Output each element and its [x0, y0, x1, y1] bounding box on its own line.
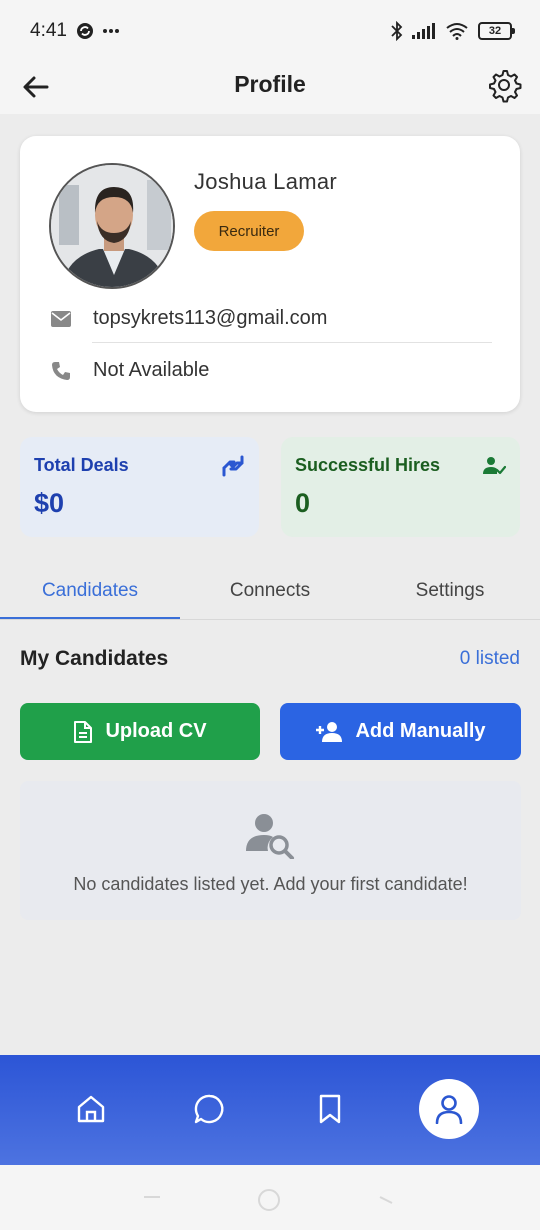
system-nav-bar: [0, 1165, 540, 1230]
profile-card: Joshua Lamar Recruiter topsykrets113@gma…: [20, 136, 520, 412]
home-icon[interactable]: [75, 1093, 107, 1125]
document-icon: [74, 720, 93, 743]
user-search-icon: [246, 814, 294, 859]
profile-icon: [435, 1095, 463, 1124]
phone-row: Not Available: [50, 359, 209, 382]
successful-hires-label: Successful Hires: [295, 455, 441, 475]
section-title: My Candidates: [20, 647, 169, 670]
add-user-icon: [316, 721, 343, 742]
successful-hires-card: Successful Hires 0: [281, 437, 520, 537]
tab-candidates[interactable]: Candidates: [0, 563, 180, 619]
phone-text: Not Available: [93, 359, 210, 381]
empty-state-message: No candidates listed yet. Add your first…: [73, 874, 468, 894]
add-manually-label: Add Manually: [355, 720, 486, 742]
email-text: topsykrets113@gmail.com: [93, 307, 328, 329]
total-deals-card: Total Deals $0: [20, 437, 259, 537]
upload-cv-label: Upload CV: [105, 720, 207, 742]
status-bar: 4:41 32: [0, 0, 540, 62]
user-check-icon: [483, 457, 506, 475]
handshake-icon: [222, 455, 244, 477]
role-badge: Recruiter: [194, 211, 304, 251]
menu-icon[interactable]: [140, 1187, 164, 1207]
total-deals-label: Total Deals: [34, 455, 129, 475]
wifi-icon: [446, 23, 468, 40]
more-icon: [103, 29, 119, 33]
page-title: Profile: [234, 71, 306, 97]
phone-icon: [50, 360, 72, 382]
home-button-icon[interactable]: [256, 1187, 282, 1213]
listed-count: 0 listed: [459, 648, 520, 669]
back-nav-icon[interactable]: [374, 1187, 398, 1211]
sync-icon: [77, 23, 93, 39]
profile-nav-button[interactable]: [419, 1079, 479, 1139]
app-header: Profile: [0, 62, 540, 114]
signal-icon: [412, 23, 435, 39]
chat-icon[interactable]: [194, 1093, 226, 1125]
add-manually-button[interactable]: Add Manually: [280, 703, 521, 760]
bottom-nav: [0, 1055, 540, 1165]
gear-icon[interactable]: [486, 67, 522, 103]
battery-icon: 32: [478, 22, 515, 40]
tab-bar: Candidates Connects Settings: [0, 563, 540, 620]
upload-cv-button[interactable]: Upload CV: [20, 703, 260, 760]
divider: [92, 342, 492, 343]
tab-connects[interactable]: Connects: [180, 563, 360, 619]
bluetooth-icon: [391, 21, 403, 41]
successful-hires-value: 0: [295, 488, 311, 518]
bookmark-icon[interactable]: [314, 1093, 346, 1125]
avatar: [49, 163, 175, 289]
status-time: 4:41: [30, 20, 67, 41]
envelope-icon: [50, 308, 72, 330]
tabs-divider: [0, 619, 540, 620]
empty-state: No candidates listed yet. Add your first…: [20, 781, 521, 920]
email-row: topsykrets113@gmail.com: [50, 307, 327, 330]
total-deals-value: $0: [34, 488, 65, 518]
profile-name: Joshua Lamar: [194, 169, 338, 194]
tab-settings[interactable]: Settings: [360, 563, 540, 619]
